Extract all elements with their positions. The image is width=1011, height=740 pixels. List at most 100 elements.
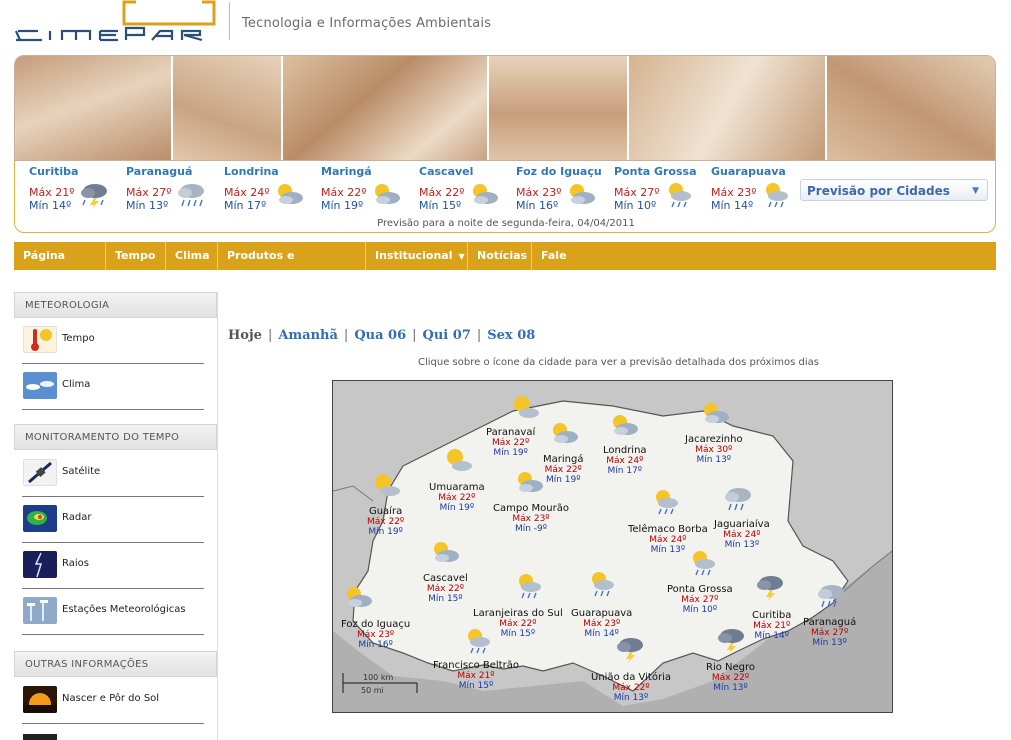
- sidebar-item-nascer-por-do-sol[interactable]: Nascer e Pôr do Sol: [22, 678, 204, 724]
- map-city-telemaco-borba[interactable]: Telêmaco Borba Máx 24º Mín 13º: [628, 525, 708, 556]
- tab-separator: |: [412, 328, 417, 343]
- sidebar-item-tempo[interactable]: Tempo: [22, 318, 204, 364]
- map-city-min: Mín 14º: [754, 631, 789, 641]
- city-forecast-guarapuava[interactable]: Guarapuava Máx 23º Mín 14º: [711, 165, 807, 217]
- storm-icon[interactable]: [755, 573, 785, 601]
- storm-icon[interactable]: [79, 181, 109, 209]
- storm-icon[interactable]: [615, 635, 645, 663]
- city-forecast-londrina[interactable]: Londrina Máx 24º Mín 17º: [224, 165, 320, 217]
- city-name[interactable]: Paranaguá: [126, 165, 222, 178]
- map-city-francisco-beltrao[interactable]: Francisco Beltrão Máx 21º Mín 15º: [433, 661, 519, 692]
- sun-rain-icon[interactable]: [587, 570, 617, 598]
- map-city-jaguariaiva[interactable]: Jaguariaíva Máx 24º Mín 13º: [714, 520, 770, 551]
- map-city-min: Mín 16º: [358, 640, 393, 650]
- map-city-max: Máx 23º: [512, 514, 550, 524]
- city-forecast-cascavel[interactable]: Cascavel Máx 22º Mín 15º: [419, 165, 515, 217]
- map-city-uniao-da-vitoria[interactable]: União da Vitória Máx 22º Mín 13º: [591, 673, 671, 704]
- partly-cloudy-icon[interactable]: [274, 181, 304, 209]
- sun-rain-icon[interactable]: [651, 488, 681, 516]
- city-name[interactable]: Maringá: [321, 165, 417, 178]
- city-forecast-ponta-grossa[interactable]: Ponta Grossa Máx 27º Mín 10º: [614, 165, 710, 217]
- storm-icon[interactable]: [716, 626, 746, 654]
- partly-cloudy-icon[interactable]: [343, 584, 373, 612]
- map-city-name: Ponta Grossa: [667, 584, 733, 595]
- map-city-max: Máx 24º: [723, 530, 761, 540]
- partly-cloudy-icon[interactable]: [371, 181, 401, 209]
- map-city-name: Paranavaí: [486, 427, 536, 438]
- sun-cloud-icon[interactable]: [371, 471, 401, 499]
- map-city-guaira[interactable]: Guaíra Máx 22º Mín 19º: [367, 507, 404, 538]
- map-city-umuarama[interactable]: Umuarama Máx 22º Mín 19º: [429, 483, 485, 514]
- tab-qui-07[interactable]: Qui 07: [423, 328, 471, 343]
- rain-cloud-icon[interactable]: [176, 181, 206, 209]
- partly-cloudy-icon[interactable]: [700, 400, 730, 428]
- map-city-foz-do-iguacu[interactable]: Foz do Iguaçu Máx 23º Mín 16º: [341, 620, 410, 651]
- tab-amanha[interactable]: Amanhã: [278, 328, 338, 343]
- partly-cloudy-icon[interactable]: [566, 181, 596, 209]
- sidebar-item-label: Radar: [62, 512, 92, 523]
- map-city-paranagua[interactable]: Paranaguá Máx 27º Mín 13º: [803, 618, 856, 649]
- sidebar-item-raios[interactable]: Raios: [22, 543, 204, 589]
- city-forecast-curitiba[interactable]: Curitiba Máx 21º Mín 14º: [29, 165, 125, 217]
- city-name[interactable]: Londrina: [224, 165, 320, 178]
- map-city-ponta-grossa[interactable]: Ponta Grossa Máx 27º Mín 10º: [667, 584, 733, 616]
- map-city-laranjeiras-do-sul[interactable]: Laranjeiras do Sul Máx 22º Mín 15º: [473, 609, 563, 640]
- sun-rain-icon[interactable]: [761, 181, 791, 209]
- partly-cloudy-icon[interactable]: [469, 181, 499, 209]
- city-forecast-maringa[interactable]: Maringá Máx 22º Mín 19º: [321, 165, 417, 217]
- tab-sex-08[interactable]: Sex 08: [487, 328, 535, 343]
- map-city-min: Mín 19º: [493, 448, 528, 458]
- nav-fale-conosco[interactable]: Fale Conosco: [532, 242, 624, 290]
- map-city-max: Máx 23º: [583, 619, 621, 629]
- city-forecast-foz-do-iguacu[interactable]: Foz do Iguaçu Máx 23º Mín 16º: [516, 165, 612, 217]
- sun-rain-icon[interactable]: [664, 181, 694, 209]
- rain-cloud-icon[interactable]: [723, 485, 753, 513]
- nav-fale-conosco-label: Fale Conosco: [541, 249, 593, 290]
- partly-cloudy-icon[interactable]: [609, 412, 639, 440]
- map-city-cascavel[interactable]: Cascavel Máx 22º Mín 15º: [423, 574, 468, 605]
- city-forecast-select[interactable]: Previsão por Cidades ▼: [800, 179, 988, 201]
- sidebar-item-clima[interactable]: Clima: [22, 364, 204, 410]
- tab-hoje[interactable]: Hoje: [228, 328, 262, 343]
- map-city-jacarezinho[interactable]: Jacarezinho Máx 30º Mín 13º: [685, 435, 743, 466]
- city-name[interactable]: Curitiba: [29, 165, 125, 178]
- map-city-campo-mourao[interactable]: Campo Mourão Máx 23º Mín -9º: [493, 504, 569, 535]
- city-min: Mín 14º: [711, 199, 754, 212]
- city-name[interactable]: Foz do Iguaçu: [516, 165, 612, 178]
- caret-down-icon: ▼: [458, 252, 465, 261]
- sun-cloud-icon[interactable]: [510, 393, 540, 421]
- radar-icon: [23, 505, 57, 532]
- map-city-max: Máx 27º: [681, 595, 719, 605]
- sidebar-item-radar[interactable]: Radar: [22, 497, 204, 543]
- sun-cloud-icon[interactable]: [443, 446, 473, 474]
- partly-cloudy-icon[interactable]: [549, 420, 579, 448]
- sidebar-item-label: Nascer e Pôr do Sol: [62, 693, 160, 704]
- city-max: Máx 27º: [126, 186, 172, 199]
- partly-cloudy-icon[interactable]: [430, 539, 460, 567]
- sidebar-item-estacoes[interactable]: Estações Meteorológicas: [22, 589, 204, 635]
- city-name[interactable]: Cascavel: [419, 165, 515, 178]
- map-city-londrina[interactable]: Londrina Máx 24º Mín 17º: [603, 446, 647, 477]
- nav-produtos[interactable]: Produtos e Serviços ▼: [218, 242, 366, 290]
- rain-cloud-icon[interactable]: [816, 582, 846, 610]
- map-city-maringa[interactable]: Maringá Máx 22º Mín 19º: [543, 455, 583, 486]
- nav-institucional[interactable]: Institucional ▼: [366, 242, 468, 270]
- header-tagline: Tecnologia e Informações Ambientais: [242, 16, 492, 31]
- map-city-rio-negro[interactable]: Rio Negro Máx 22º Mín 13º: [706, 663, 755, 694]
- partly-cloudy-icon[interactable]: [514, 469, 544, 497]
- map-city-paranavai[interactable]: Paranavaí Máx 22º Mín 19º: [486, 427, 536, 459]
- sun-rain-icon[interactable]: [514, 572, 544, 600]
- sidebar-item-satelite[interactable]: Satélite: [22, 451, 204, 497]
- tab-qua-06[interactable]: Qua 06: [354, 328, 406, 343]
- city-name[interactable]: Ponta Grossa: [614, 165, 710, 178]
- map-city-guarapuava[interactable]: Guarapuava Máx 23º Mín 14º: [571, 609, 632, 640]
- simepar-logo[interactable]: [14, 0, 218, 44]
- city-name[interactable]: Guarapuava: [711, 165, 807, 178]
- nav-noticias[interactable]: Notícias: [468, 242, 532, 270]
- nav-tempo[interactable]: Tempo: [106, 242, 166, 270]
- nav-home[interactable]: Página Inicial: [14, 242, 106, 290]
- nav-clima[interactable]: Clima: [166, 242, 218, 270]
- sidebar-section-meteorologia: METEOROLOGIA: [14, 292, 217, 318]
- map-city-curitiba[interactable]: Curitiba Máx 21º Mín 14º: [752, 611, 791, 642]
- city-forecast-paranagua[interactable]: Paranaguá Máx 27º Mín 13º: [126, 165, 222, 217]
